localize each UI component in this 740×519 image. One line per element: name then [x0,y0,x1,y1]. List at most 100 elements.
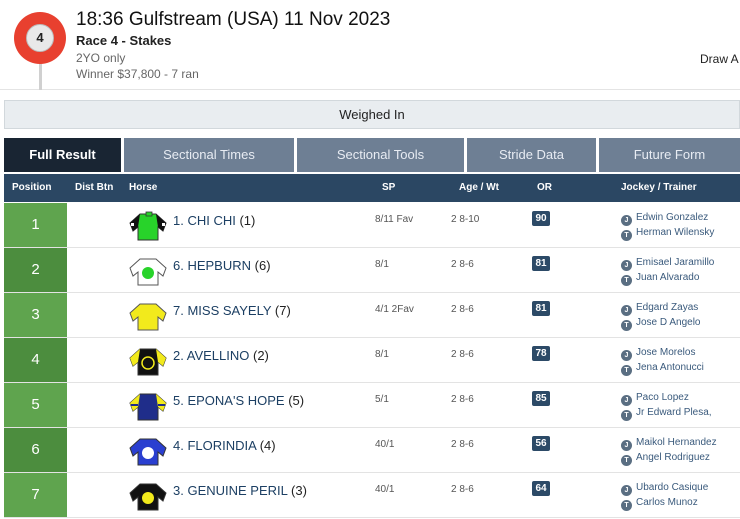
starting-price: 40/1 [375,484,395,495]
jockey-icon: J [621,395,632,406]
official-rating: 78 [532,346,550,361]
age-weight: 2 8-6 [451,439,474,450]
jockey-link[interactable]: J Edwin Gonzalez [621,212,708,226]
horse-link[interactable]: 5. EPONA'S HOPE (5) [173,393,304,408]
tab-full-result[interactable]: Full Result [4,138,121,172]
horse-link[interactable]: 6. HEPBURN (6) [173,258,271,273]
navy-yellow-hoops-icon [129,393,167,421]
jockey-icon: J [621,215,632,226]
jockey-link[interactable]: J Ubardo Casique [621,482,708,496]
position-cell: 1 [4,203,67,247]
horse-link[interactable]: 3. GENUINE PERIL (3) [173,483,307,498]
trainer-name: Juan Alvarado [636,272,700,283]
yellow-silk-icon [129,303,167,331]
table-row: 3 7. MISS SAYELY (7) 4/1 2Fav 2 8-6 81 J… [4,293,740,338]
jockey-link[interactable]: J Edgard Zayas [621,302,698,316]
black-yellow-disc-icon [129,483,167,511]
col-horse[interactable]: Horse [129,174,157,202]
horse-name: 3. GENUINE PERIL [173,483,288,498]
position-cell: 5 [4,383,67,427]
tab-sectional-times[interactable]: Sectional Times [124,138,294,172]
col-jockey-trainer[interactable]: Jockey / Trainer [621,174,697,202]
race-badge-stem [39,62,42,90]
official-rating: 81 [532,256,550,271]
result-tabs: Full Result Sectional Times Sectional To… [4,138,740,172]
starting-price: 40/1 [375,439,395,450]
position-cell: 6 [4,428,67,472]
jockey-link[interactable]: J Emisael Jaramillo [621,257,714,271]
draw-advantage-link[interactable]: Draw A [700,52,739,66]
trainer-link[interactable]: T Jose D Angelo [621,317,701,331]
table-row: 2 6. HEPBURN (6) 8/1 2 8-6 81 J Emisael J… [4,248,740,293]
age-weight: 2 8-6 [451,349,474,360]
jockey-name: Edwin Gonzalez [636,212,709,223]
trainer-link[interactable]: T Carlos Munoz [621,497,698,511]
official-rating: 85 [532,391,550,406]
col-dist-btn[interactable]: Dist Btn [75,174,113,202]
tab-stride-data[interactable]: Stride Data [467,138,596,172]
trainer-icon: T [621,455,632,466]
trainer-name: Jena Antonucci [636,362,704,373]
jockey-icon: J [621,260,632,271]
jockey-link[interactable]: J Maikol Hernandez [621,437,717,451]
table-row: 1 1. CHI CHI (1) 8/11 Fav 2 8-10 90 J Edw… [4,203,740,248]
official-rating: 56 [532,436,550,451]
white-green-disc-icon [129,258,167,286]
jockey-name: Paco Lopez [636,392,689,403]
jockey-icon: J [621,485,632,496]
age-weight: 2 8-6 [451,304,474,315]
jockey-name: Ubardo Casique [636,482,709,493]
col-sp[interactable]: SP [382,174,395,202]
jockey-link[interactable]: J Jose Morelos [621,347,695,361]
official-rating: 90 [532,211,550,226]
jockey-icon: J [621,350,632,361]
trainer-link[interactable]: T Herman Wilensky [621,227,714,241]
horse-draw: (1) [239,213,256,228]
trainer-link[interactable]: T Angel Rodriguez [621,452,710,466]
horse-draw: (4) [259,438,276,453]
position-cell: 7 [4,473,67,517]
horse-draw: (3) [291,483,307,498]
trainer-icon: T [621,500,632,511]
tab-sectional-tools[interactable]: Sectional Tools [297,138,464,172]
col-age-wt[interactable]: Age / Wt [459,174,499,202]
race-title: 18:36 Gulfstream (USA) 11 Nov 2023 [76,9,391,30]
horse-link[interactable]: 7. MISS SAYELY (7) [173,303,291,318]
jockey-icon: J [621,440,632,451]
trainer-link[interactable]: T Jr Edward Plesa, [621,407,712,421]
starting-price: 5/1 [375,394,389,405]
horse-draw: (2) [252,348,269,363]
table-row: 6 4. FLORINDIA (4) 40/1 2 8-6 56 J Maikol… [4,428,740,473]
age-weight: 2 8-6 [451,394,474,405]
jockey-name: Edgard Zayas [636,302,699,313]
trainer-link[interactable]: T Juan Alvarado [621,272,699,286]
horse-draw: (6) [254,258,271,273]
results-table-header: Position Dist Btn Horse SP Age / Wt OR J… [4,174,740,202]
jockey-name: Emisael Jaramillo [636,257,715,268]
race-header: 4 18:36 Gulfstream (USA) 11 Nov 2023 Rac… [0,0,740,90]
race-winner-prize: Winner $37,800 - 7 ran [76,67,199,81]
blue-white-disc-icon [129,438,167,466]
col-or[interactable]: OR [537,174,552,202]
trainer-icon: T [621,275,632,286]
jockey-link[interactable]: J Paco Lopez [621,392,689,406]
age-weight: 2 8-10 [451,214,480,225]
position-cell: 3 [4,293,67,337]
col-position[interactable]: Position [12,174,51,202]
horse-link[interactable]: 1. CHI CHI (1) [173,213,255,228]
trainer-name: Angel Rodriguez [636,452,710,463]
race-subtitle: Race 4 - Stakes [76,33,172,48]
table-row: 4 2. AVELLINO (2) 8/1 2 8-6 78 J Jose Mor… [4,338,740,383]
trainer-link[interactable]: T Jena Antonucci [621,362,704,376]
tab-future-form[interactable]: Future Form [599,138,740,172]
age-weight: 2 8-6 [451,259,474,270]
horse-link[interactable]: 2. AVELLINO (2) [173,348,269,363]
trainer-name: Herman Wilensky [636,227,715,238]
race-number-badge: 4 [14,12,66,64]
trainer-icon: T [621,410,632,421]
horse-link[interactable]: 4. FLORINDIA (4) [173,438,276,453]
jockey-name: Jose Morelos [636,347,696,358]
jockey-name: Maikol Hernandez [636,437,717,448]
green-black-sleeves-icon [129,211,167,241]
horse-draw: (7) [274,303,291,318]
